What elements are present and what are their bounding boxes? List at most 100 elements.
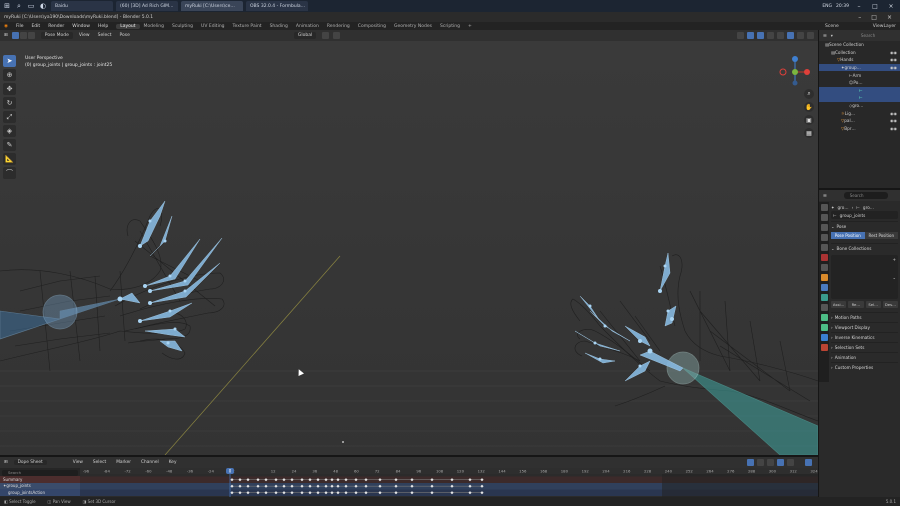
object-tab-icon[interactable]: [820, 274, 828, 281]
world-tab-icon[interactable]: [820, 254, 828, 261]
dopesheet-menu-key[interactable]: Key: [165, 460, 181, 465]
bone-constraint-tab-icon[interactable]: [820, 334, 828, 341]
scene-tab-icon[interactable]: [820, 244, 828, 251]
panel-bone-collections[interactable]: ⌄ Bone Collections: [831, 243, 898, 253]
view-layer-selector[interactable]: ViewLayer: [873, 24, 896, 29]
wrist-joint-left[interactable]: [42, 294, 78, 330]
move-tool-icon[interactable]: ✥: [3, 83, 16, 95]
select-tool-icon[interactable]: ➤: [3, 55, 16, 67]
panel-animation[interactable]: › Animation: [831, 352, 898, 362]
menu-render[interactable]: Render: [44, 24, 68, 29]
annotate-tool-icon[interactable]: ✎: [3, 139, 16, 151]
windows-icon[interactable]: ⊞: [2, 1, 12, 11]
navigation-gizmo[interactable]: [778, 55, 812, 89]
eye-icon[interactable]: ◉◉: [890, 111, 900, 116]
panel-custom-properties[interactable]: › Custom Properties: [831, 362, 898, 372]
xray-icon[interactable]: [767, 32, 774, 39]
eye-icon[interactable]: ◉◉: [890, 65, 900, 70]
outliner-row-hands[interactable]: ▽ Hands ◉◉: [819, 56, 900, 64]
select-button[interactable]: Sel…: [865, 301, 881, 308]
3d-viewport[interactable]: User Perspective (0) group_joints | grou…: [0, 41, 818, 455]
outliner-filter-icon[interactable]: ▾: [831, 33, 833, 38]
overlay-icon[interactable]: [757, 32, 764, 39]
viewport-scene[interactable]: [0, 41, 818, 455]
outliner-search[interactable]: Search: [861, 33, 875, 38]
outliner-row-bpr[interactable]: ▽ Bpr… ◉◉: [819, 125, 900, 133]
only-selected-icon[interactable]: [747, 459, 754, 466]
rotate-tool-icon[interactable]: ↻: [3, 97, 16, 109]
modifier-tab-icon[interactable]: [820, 284, 828, 291]
dopesheet-timeline[interactable]: -96-84-72-60-48-36-24-121224364860728496…: [80, 468, 818, 497]
menu-select[interactable]: Select: [94, 33, 116, 38]
eye-icon[interactable]: ◉◉: [890, 118, 900, 123]
proportional-icon[interactable]: [787, 459, 794, 466]
shading-wire-icon[interactable]: [777, 32, 784, 39]
outliner-row-arm[interactable]: ⊢ Arm: [819, 71, 900, 79]
output-tab-icon[interactable]: [820, 224, 828, 231]
window-minimize-icon[interactable]: –: [858, 14, 861, 21]
tab-compositing[interactable]: Compositing: [354, 24, 390, 29]
physics-tab-icon[interactable]: [820, 294, 828, 301]
taskbar-tab-3[interactable]: myRuki [C:\Users\ce…: [181, 1, 243, 11]
filter-icon[interactable]: [767, 459, 774, 466]
assign-button[interactable]: Assi…: [831, 301, 847, 308]
remove-button[interactable]: Re…: [848, 301, 864, 308]
show-errors-icon[interactable]: [757, 459, 764, 466]
eye-icon[interactable]: ◉◉: [890, 57, 900, 62]
outliner-row-group[interactable]: ◇ gro…: [819, 102, 900, 110]
menu-file[interactable]: File: [12, 24, 28, 29]
bone-roll-tool-icon[interactable]: ⌒: [3, 167, 16, 179]
tab-geometry-nodes[interactable]: Geometry Nodes: [390, 24, 436, 29]
outliner-row-collection[interactable]: ▤ Collection ◉◉: [819, 49, 900, 57]
dopesheet-menu-marker[interactable]: Marker: [112, 460, 135, 465]
search-icon[interactable]: ⌕: [14, 1, 24, 11]
add-icon[interactable]: +: [892, 257, 896, 262]
render-tab-icon[interactable]: [820, 214, 828, 221]
taskbar-tab-4[interactable]: OBS 32.0.4 - Formbula…: [246, 1, 308, 11]
transform-orientation-dropdown[interactable]: Global: [293, 32, 317, 39]
constraints-tab-icon[interactable]: [820, 304, 828, 311]
taskbar-tab-1[interactable]: Baidu: [51, 1, 113, 11]
transform-tool-icon[interactable]: ◈: [3, 125, 16, 137]
view-options-icon[interactable]: [805, 459, 812, 466]
dopesheet-menu-view[interactable]: View: [69, 460, 87, 465]
browser-icon[interactable]: ◐: [38, 1, 48, 11]
perspective-toggle-icon[interactable]: ▦: [804, 128, 814, 138]
panel-inverse-kinematics[interactable]: › Inverse Kinematics: [831, 332, 898, 342]
taskbar-tab-2[interactable]: (60) [3D] Ad Rich GIM…: [116, 1, 178, 11]
dopesheet-menu-select[interactable]: Select: [89, 460, 110, 465]
select-subtract-icon[interactable]: [27, 32, 35, 39]
panel-pose[interactable]: ⌄ Pose: [831, 221, 898, 231]
scale-tool-icon[interactable]: ⤢: [3, 111, 16, 123]
panel-selection-sets[interactable]: › Selection Sets: [831, 342, 898, 352]
select-mode-icon[interactable]: [11, 32, 19, 39]
task-view-icon[interactable]: ▭: [26, 1, 36, 11]
armature-name-field[interactable]: ⊢ group_joints: [831, 211, 898, 219]
tab-modeling[interactable]: Modeling: [140, 24, 168, 29]
editor-type-icon[interactable]: ⊞: [0, 460, 12, 465]
dopesheet-mode-dropdown[interactable]: Dope Sheet: [13, 460, 47, 465]
outliner-row-group-joints[interactable]: ✦ group… ◉◉: [819, 63, 900, 72]
outliner-row-palm[interactable]: ▽ pal… ◉◉: [819, 117, 900, 125]
visibility-icon[interactable]: [737, 32, 744, 39]
clock[interactable]: 20:39: [836, 4, 849, 9]
eye-icon[interactable]: ◉◉: [890, 126, 900, 131]
tab-scripting[interactable]: Scripting: [436, 24, 464, 29]
maximize-icon[interactable]: □: [869, 3, 881, 10]
outliner-row-scene-collection[interactable]: ▤ Scene Collection: [819, 41, 900, 49]
language-indicator[interactable]: ENG: [822, 4, 832, 9]
blender-logo-icon[interactable]: ◉: [0, 24, 12, 29]
outliner-row-bone-1[interactable]: ⊢: [819, 86, 900, 95]
measure-tool-icon[interactable]: 📐: [3, 153, 16, 165]
collection-tab-icon[interactable]: [820, 264, 828, 271]
window-maximize-icon[interactable]: □: [871, 14, 877, 21]
eye-icon[interactable]: ◉◉: [890, 50, 900, 55]
outliner-row-bone-2[interactable]: ⊢: [819, 94, 900, 102]
camera-icon[interactable]: ▣: [804, 115, 814, 125]
deselect-button[interactable]: Des…: [882, 301, 898, 308]
view-layer-tab-icon[interactable]: [820, 234, 828, 241]
outliner-row-light[interactable]: ☼ Lig… ◉◉: [819, 109, 900, 117]
channel-action[interactable]: group_jointsAction: [0, 489, 80, 496]
snapping-icon[interactable]: [777, 459, 784, 466]
close-icon[interactable]: ×: [885, 3, 897, 10]
